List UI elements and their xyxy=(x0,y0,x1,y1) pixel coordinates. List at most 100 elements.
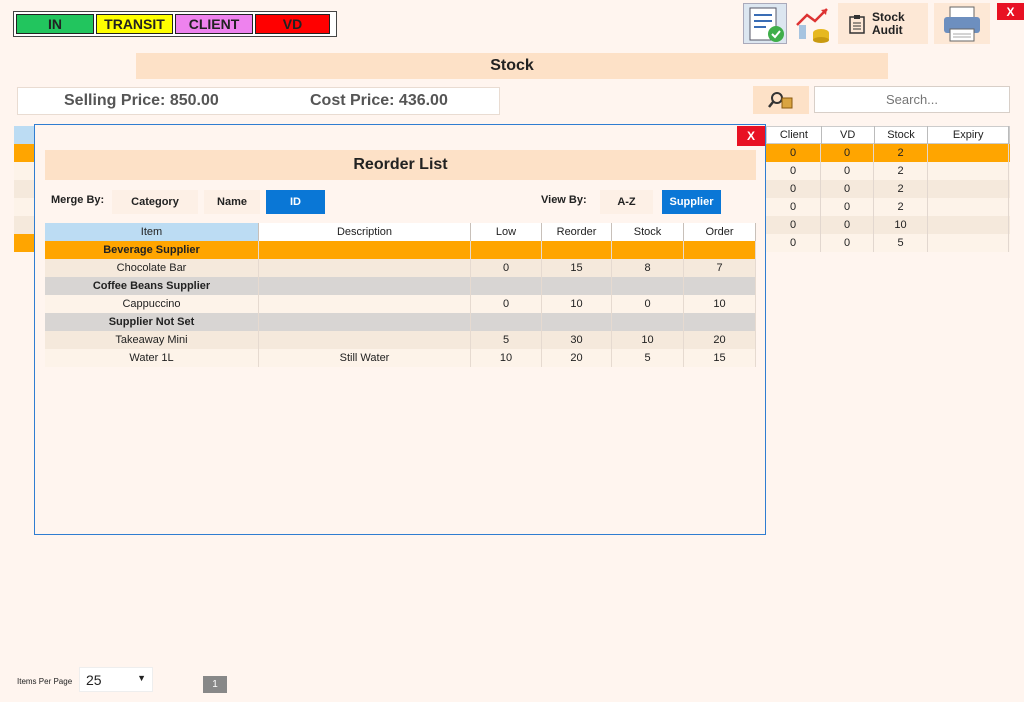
supplier-group-row[interactable]: Supplier Not Set xyxy=(45,313,756,331)
table-row[interactable]: Chocolate Bar 0 15 8 7 xyxy=(45,259,756,277)
group-cell xyxy=(542,313,612,331)
bg-row-sliver xyxy=(14,162,36,180)
legend-transit: TRANSIT xyxy=(96,14,173,34)
table-header: Item Description Low Reorder Stock Order xyxy=(45,223,756,241)
cell-stock: 2 xyxy=(874,144,928,162)
cell-item: Takeaway Mini xyxy=(45,331,259,349)
page-1-button[interactable]: 1 xyxy=(203,676,227,693)
cell-expiry xyxy=(928,144,1009,162)
cell-client: 0 xyxy=(766,180,821,198)
bg-row-sliver xyxy=(14,198,36,216)
merge-by-category-button[interactable]: Category xyxy=(112,190,198,214)
reorder-list-dialog: X Reorder List Merge By: Category Name I… xyxy=(34,124,766,535)
cell-client: 0 xyxy=(766,234,821,252)
close-window-button[interactable]: X xyxy=(997,3,1024,20)
group-cell xyxy=(471,241,542,259)
table-row[interactable]: 0 0 5 xyxy=(766,234,1010,252)
selling-price: Selling Price: 850.00 xyxy=(64,92,219,109)
view-by-az-button[interactable]: A-Z xyxy=(600,190,653,214)
items-per-page-select[interactable]: 25 ▼ xyxy=(79,667,153,692)
search-input[interactable] xyxy=(814,86,1010,113)
cell-stock: 10 xyxy=(874,216,928,234)
cell-reorder: 30 xyxy=(542,331,612,349)
close-dialog-button[interactable]: X xyxy=(737,126,765,146)
cell-description: Still Water xyxy=(259,349,471,367)
group-cell xyxy=(259,241,471,259)
table-row[interactable]: 0 0 2 xyxy=(766,162,1010,180)
column-header-stock[interactable]: Stock xyxy=(875,126,929,144)
bg-row-sliver xyxy=(14,180,36,198)
column-header-order[interactable]: Order xyxy=(684,223,756,241)
cell-item: Water 1L xyxy=(45,349,259,367)
items-per-page-label: Items Per Page xyxy=(17,677,73,686)
cell-reorder: 15 xyxy=(542,259,612,277)
group-cell xyxy=(684,241,756,259)
cell-expiry xyxy=(928,180,1009,198)
table-row[interactable]: 0 0 2 xyxy=(766,198,1010,216)
table-row[interactable]: 0 0 2 xyxy=(766,144,1010,162)
cell-description xyxy=(259,295,471,313)
stock-analytics-button[interactable] xyxy=(791,3,835,44)
view-by-supplier-button[interactable]: Supplier xyxy=(662,190,721,214)
column-header-stock[interactable]: Stock xyxy=(612,223,684,241)
table-row[interactable]: 0 0 10 xyxy=(766,216,1010,234)
group-cell xyxy=(471,277,542,295)
group-cell xyxy=(612,241,684,259)
merge-by-id-button[interactable]: ID xyxy=(266,190,325,214)
items-per-page-value: 25 xyxy=(86,671,102,688)
supplier-group-row[interactable]: Coffee Beans Supplier xyxy=(45,277,756,295)
cell-stock: 2 xyxy=(874,180,928,198)
legend-in: IN xyxy=(16,14,94,34)
column-header-low[interactable]: Low xyxy=(471,223,542,241)
table-row[interactable]: Cappuccino 0 10 0 10 xyxy=(45,295,756,313)
stock-audit-button[interactable]: Stock Audit xyxy=(838,3,928,44)
cell-client: 0 xyxy=(766,216,821,234)
cell-vd: 0 xyxy=(821,216,874,234)
dialog-title: Reorder List xyxy=(45,150,756,180)
table-row[interactable]: 0 0 2 xyxy=(766,180,1010,198)
group-cell xyxy=(542,241,612,259)
status-legend: IN TRANSIT CLIENT VD xyxy=(13,11,337,37)
cell-stock: 10 xyxy=(612,331,684,349)
table-row[interactable]: Takeaway Mini 5 30 10 20 xyxy=(45,331,756,349)
column-header-client[interactable]: Client xyxy=(767,126,822,144)
table-row[interactable]: Water 1L Still Water 10 20 5 15 xyxy=(45,349,756,367)
legend-client: CLIENT xyxy=(175,14,253,34)
cell-stock: 5 xyxy=(874,234,928,252)
cost-price: Cost Price: 436.00 xyxy=(310,92,448,109)
column-header-expiry[interactable]: Expiry xyxy=(928,126,1010,144)
cell-stock: 5 xyxy=(612,349,684,367)
cell-reorder: 20 xyxy=(542,349,612,367)
product-search-button[interactable] xyxy=(753,86,809,114)
cell-description xyxy=(259,259,471,277)
chevron-down-icon: ▼ xyxy=(137,673,146,683)
cell-order: 7 xyxy=(684,259,756,277)
cell-order: 15 xyxy=(684,349,756,367)
cell-item: Cappuccino xyxy=(45,295,259,313)
legend-vd: VD xyxy=(255,14,330,34)
cell-item: Chocolate Bar xyxy=(45,259,259,277)
column-header-item[interactable]: Item xyxy=(45,223,259,241)
clipboard-icon xyxy=(849,14,865,34)
merge-by-name-button[interactable]: Name xyxy=(204,190,260,214)
view-by-label: View By: xyxy=(541,194,587,206)
cell-low: 10 xyxy=(471,349,542,367)
stock-audit-label-line1: Stock xyxy=(872,9,905,24)
column-header-vd[interactable]: VD xyxy=(822,126,875,144)
chart-database-icon xyxy=(796,8,829,43)
cell-client: 0 xyxy=(766,144,821,162)
group-name: Beverage Supplier xyxy=(45,241,259,259)
cell-stock: 2 xyxy=(874,198,928,216)
supplier-group-row[interactable]: Beverage Supplier xyxy=(45,241,756,259)
page-title: Stock xyxy=(136,53,888,79)
column-header-reorder[interactable]: Reorder xyxy=(542,223,612,241)
cell-expiry xyxy=(928,216,1009,234)
cell-vd: 0 xyxy=(821,162,874,180)
print-button[interactable] xyxy=(934,3,990,44)
column-header-description[interactable]: Description xyxy=(259,223,471,241)
price-summary: Selling Price: 850.00 Cost Price: 436.00 xyxy=(17,87,500,115)
approve-list-button[interactable] xyxy=(743,3,787,44)
cell-vd: 0 xyxy=(821,198,874,216)
cell-order: 20 xyxy=(684,331,756,349)
group-cell xyxy=(259,277,471,295)
